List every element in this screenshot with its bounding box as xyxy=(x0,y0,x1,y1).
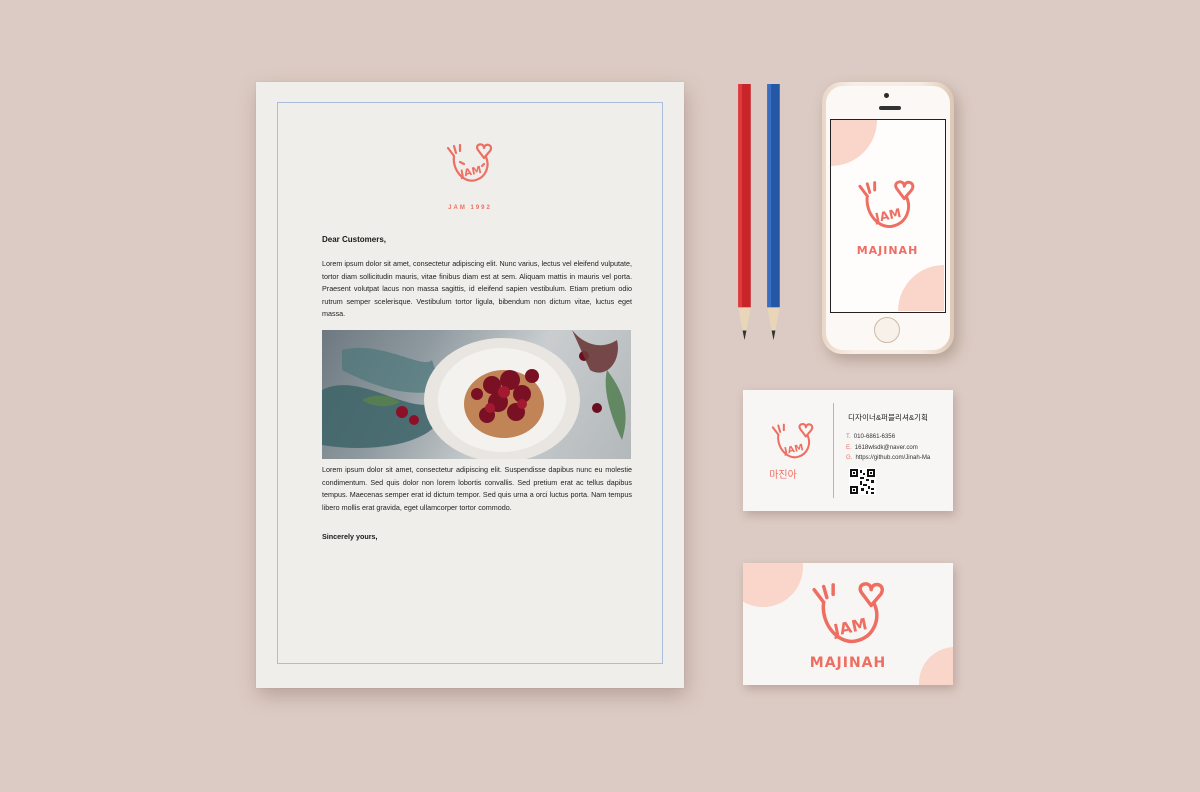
card-person-name: 마진아 xyxy=(769,470,797,481)
business-card-back: JAM MAJINAH xyxy=(743,563,953,685)
jam-logo-icon: JAM xyxy=(771,423,814,459)
letter-food-photo xyxy=(322,330,631,459)
card-email: E. 1618wlsdk@naver.com xyxy=(846,444,918,451)
blue-pencil xyxy=(767,84,780,341)
phone-speaker xyxy=(879,106,901,110)
letter-paragraph-2: Lorem ipsum dolor sit amet, consectetur … xyxy=(322,465,632,512)
letter-greeting: Dear Customers, xyxy=(322,235,387,244)
jam-logo-icon: JAM xyxy=(446,143,493,182)
jam-logo-icon: JAM xyxy=(858,180,915,229)
svg-text:JAM: JAM xyxy=(831,614,869,640)
phone-camera xyxy=(884,93,889,98)
svg-text:JAM: JAM xyxy=(873,206,903,225)
letter-tagline: JAM 1992 xyxy=(448,205,492,211)
qr-code-icon xyxy=(849,468,876,495)
cherry-cake-illustration xyxy=(322,330,626,459)
letter-paragraph-1: Lorem ipsum dolor sit amet, consectetur … xyxy=(322,259,632,319)
red-pencil xyxy=(738,84,751,341)
card-phone: T. 010-6861-6356 xyxy=(846,433,896,440)
jam-logo-icon: JAM xyxy=(812,582,884,644)
card-job-title: 디자이너&퍼블리셔&기획 xyxy=(848,413,928,422)
phone-home-button[interactable] xyxy=(874,317,900,343)
phone-wordmark: MAJINAH xyxy=(856,244,919,257)
card-divider xyxy=(833,403,834,498)
letter-signoff: Sincerely yours, xyxy=(322,532,378,541)
card-github: G. https://github.com/Jinah-Ma xyxy=(846,454,931,461)
phone-screen: JAM MAJINAH xyxy=(830,119,946,313)
card-wordmark: MAJINAH xyxy=(809,655,887,671)
